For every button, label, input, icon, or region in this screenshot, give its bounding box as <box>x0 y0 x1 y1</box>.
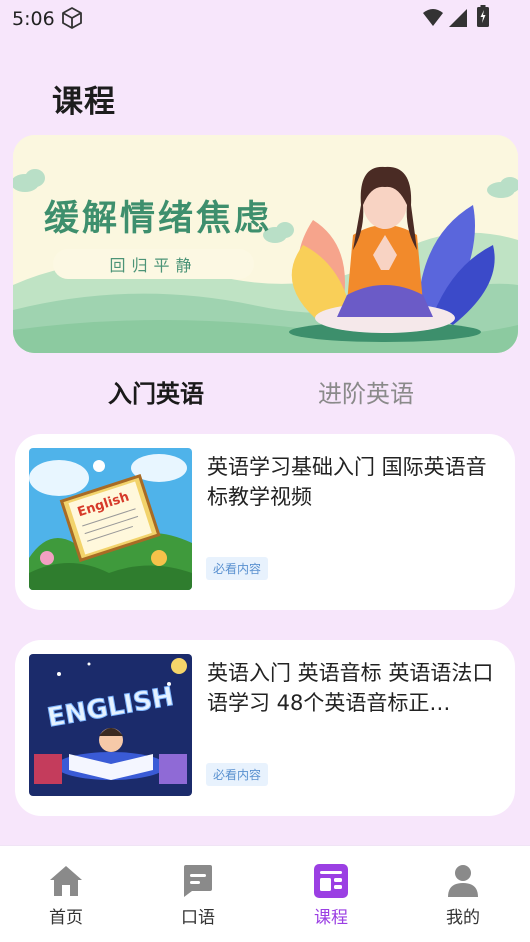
nav-label-profile: 我的 <box>446 908 480 928</box>
status-badge: 必看内容 <box>206 557 269 580</box>
course-title: 英语入门 英语音标 英语语法口语学习 48个英语音标正… <box>207 661 494 715</box>
course-icon <box>314 864 348 898</box>
page-title: 课程 <box>52 84 116 120</box>
nav-label-course: 课程 <box>314 908 348 928</box>
course-thumbnail: ENGLISH <box>29 654 192 796</box>
nav-item-profile[interactable]: 我的 <box>413 846 513 942</box>
nav-label-home: 首页 <box>49 908 83 928</box>
cube-icon <box>62 7 82 29</box>
status-bar: 5:06 <box>0 0 530 36</box>
nav-label-speaking: 口语 <box>181 908 215 928</box>
course-tabs: 入门英语 进阶英语 <box>0 370 530 414</box>
banner-subtitle: 回归平静 <box>53 249 254 279</box>
course-card[interactable]: English 英语学习基础入门 国际英语音标教学视频 必看内容 <box>15 434 515 610</box>
bottom-nav: 首页 口语 课程 我的 <box>0 845 530 942</box>
home-icon <box>50 866 82 896</box>
signal-icon <box>449 9 467 27</box>
banner-title: 缓解情绪焦虑 <box>44 198 273 239</box>
battery-icon <box>477 5 489 27</box>
course-card[interactable]: ENGLISH 英语入门 英语音标 英语语法口语学习 48个英语音标正… 必看内… <box>15 640 515 816</box>
banner-illustration <box>13 135 518 353</box>
tab-advanced-english[interactable]: 进阶英语 <box>318 374 414 409</box>
course-thumbnail: English <box>29 448 192 590</box>
nav-item-speaking[interactable]: 口语 <box>148 846 248 942</box>
course-title: 英语学习基础入门 国际英语音标教学视频 <box>207 455 487 509</box>
profile-icon <box>448 865 478 897</box>
nav-item-course[interactable]: 课程 <box>281 846 381 942</box>
status-time: 5:06 <box>12 8 55 30</box>
wifi-icon <box>423 9 443 26</box>
speech-icon <box>184 865 212 897</box>
nav-item-home[interactable]: 首页 <box>16 846 116 942</box>
status-badge: 必看内容 <box>206 763 269 786</box>
banner[interactable]: 缓解情绪焦虑 回归平静 <box>13 135 518 353</box>
tab-beginner-english[interactable]: 入门英语 <box>108 374 204 409</box>
